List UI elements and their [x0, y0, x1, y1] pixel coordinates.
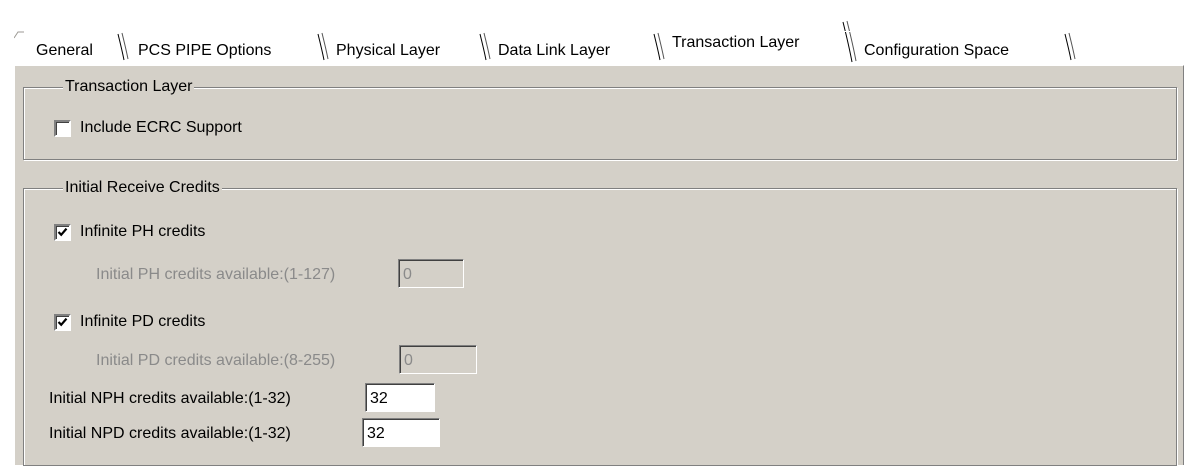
ph-credits-row: Initial PH credits available:(1-127) 0 — [96, 259, 496, 290]
npd-credits-row: Initial NPD credits available:(1-32) 32 — [49, 418, 469, 449]
transaction-layer-dialog: General PCS PIPE Options Physical Layer … — [0, 0, 1196, 466]
group-legend: Initial Receive Credits — [63, 177, 222, 199]
infinite-ph-label: Infinite PH credits — [80, 223, 206, 240]
initial-receive-credits-group: Initial Receive Credits Infinite PH cred… — [23, 177, 1177, 466]
infinite-pd-label: Infinite PD credits — [80, 313, 206, 330]
transaction-layer-group: Transaction Layer Include ECRC Support — [23, 76, 1177, 160]
pd-credits-label: Initial PD credits available:(8-255) — [96, 352, 336, 369]
nph-credits-row: Initial NPH credits available:(1-32) 32 — [49, 383, 469, 414]
nph-credits-label: Initial NPH credits available:(1-32) — [49, 390, 291, 407]
group-legend: Transaction Layer — [63, 76, 195, 98]
ph-credits-label: Initial PH credits available:(1-127) — [96, 266, 336, 283]
infinite-pd-checkbox-box[interactable] — [54, 314, 71, 331]
check-icon — [57, 227, 68, 237]
nph-credits-input[interactable]: 32 — [365, 383, 435, 412]
pd-credits-row: Initial PD credits available:(8-255) 0 — [96, 345, 516, 376]
tab-panel: Transaction Layer Include ECRC Support I… — [14, 65, 1184, 466]
npd-credits-input[interactable]: 32 — [362, 418, 440, 447]
infinite-ph-checkbox-box[interactable] — [54, 224, 71, 241]
tab-transaction-layer[interactable]: Transaction Layer — [672, 21, 799, 65]
pd-credits-input[interactable]: 0 — [399, 345, 477, 374]
ecrc-checkbox-box[interactable] — [54, 120, 71, 137]
ph-credits-input[interactable]: 0 — [398, 259, 464, 288]
ecrc-checkbox-label: Include ECRC Support — [80, 119, 242, 136]
npd-credits-label: Initial NPD credits available:(1-32) — [49, 425, 291, 442]
tab-strip: General PCS PIPE Options Physical Layer … — [14, 10, 1196, 66]
check-icon — [57, 317, 68, 327]
